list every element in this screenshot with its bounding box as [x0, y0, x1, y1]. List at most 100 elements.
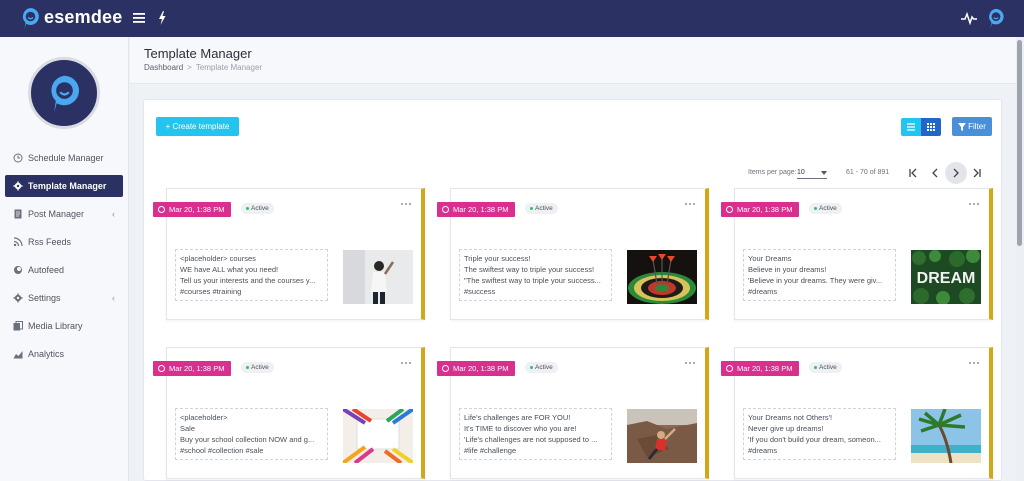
grid-icon: [927, 123, 935, 131]
more-options-icon[interactable]: [401, 203, 411, 207]
template-text: Triple your success! The swiftest way to…: [459, 249, 612, 301]
sidebar-item-analytics[interactable]: Analytics: [5, 343, 123, 365]
previous-page-button[interactable]: [924, 162, 946, 184]
template-card[interactable]: Mar 20, 1:38 PM Active <placeholder> cou…: [153, 188, 425, 320]
more-options-icon[interactable]: [969, 362, 979, 366]
template-text: Life's challenges are FOR YOU! It's TIME…: [459, 408, 612, 460]
date-text: Mar 20, 1:38 PM: [453, 205, 509, 214]
next-page-button[interactable]: [945, 162, 967, 184]
user-avatar-icon[interactable]: [987, 8, 1005, 29]
first-page-button[interactable]: [902, 162, 924, 184]
sidebar-item-media-library[interactable]: Media Library: [5, 315, 123, 337]
gear-icon: [13, 293, 23, 303]
status-text: Active: [819, 364, 837, 371]
gear-icon: [13, 181, 23, 191]
sidebar-item-post-manager[interactable]: Post Manager ‹: [5, 203, 123, 225]
dartboard-image: [627, 250, 697, 304]
sidebar-item-label: Template Manager: [28, 181, 107, 191]
status-text: Active: [251, 364, 269, 371]
template-line: 'Life's challenges are not supposed to .…: [464, 435, 598, 444]
sidebar-item-label: Schedule Manager: [28, 153, 104, 163]
template-line: Tell us your interests and the courses y…: [180, 276, 316, 285]
template-line: #dreams: [748, 446, 778, 455]
more-options-icon[interactable]: [685, 362, 695, 366]
sidebar-item-label: Media Library: [28, 321, 83, 331]
status-dot-icon: [246, 366, 249, 369]
list-icon: [907, 123, 915, 131]
status-badge: Active: [241, 203, 274, 214]
sidebar-item-schedule-manager[interactable]: Schedule Manager: [5, 147, 123, 169]
template-panel: + Create template Filter Items per page:…: [143, 99, 1002, 481]
template-card[interactable]: Mar 20, 1:38 PM Active Triple your succe…: [437, 188, 709, 320]
sidebar-item-autofeed[interactable]: Autofeed: [5, 259, 123, 281]
palm-tree-beach-image: [911, 409, 981, 463]
template-line: 'If you don't build your dream, someon..…: [748, 435, 881, 444]
last-page-button[interactable]: [966, 162, 988, 184]
template-text: <placeholder> courses WE have ALL what y…: [175, 249, 328, 301]
template-card[interactable]: Mar 20, 1:38 PM Active Your Dreams not O…: [721, 347, 993, 479]
breadcrumb-root[interactable]: Dashboard: [144, 63, 183, 72]
media-icon: [13, 321, 23, 331]
rss-icon: [13, 237, 23, 247]
rock-climber-image: [627, 409, 697, 463]
more-options-icon[interactable]: [685, 203, 695, 207]
date-badge: Mar 20, 1:38 PM: [153, 361, 232, 376]
template-line: "The swiftest way to triple your success…: [464, 276, 601, 285]
sidebar-item-rss-feeds[interactable]: Rss Feeds: [5, 231, 123, 253]
sidebar-item-template-manager[interactable]: Template Manager: [5, 175, 123, 197]
date-text: Mar 20, 1:38 PM: [169, 364, 225, 373]
status-badge: Active: [809, 362, 842, 373]
sidebar-item-label: Settings: [28, 293, 61, 303]
page-header: Template Manager Dashboard > Template Mana…: [130, 37, 1024, 84]
clock-icon: [442, 206, 449, 213]
sidebar-item-settings[interactable]: Settings ‹: [5, 287, 123, 309]
sidebar-item-label: Analytics: [28, 349, 65, 359]
dropdown-caret-icon: [821, 171, 827, 175]
status-dot-icon: [814, 207, 817, 210]
profile-avatar[interactable]: [28, 57, 100, 129]
date-badge: Mar 20, 1:38 PM: [721, 202, 800, 217]
clock-icon: [726, 206, 733, 213]
first-page-icon: [909, 168, 917, 178]
filter-label: Filter: [968, 122, 986, 131]
status-dot-icon: [246, 207, 249, 210]
template-image: [627, 409, 697, 463]
list-view-button[interactable]: [901, 118, 921, 136]
autofeed-icon: [14, 266, 22, 274]
date-badge: Mar 20, 1:38 PM: [437, 202, 516, 217]
menu-icon[interactable]: [133, 13, 145, 23]
template-card[interactable]: Mar 20, 1:38 PM Active Life's challenges…: [437, 347, 709, 479]
grid-view-button[interactable]: [921, 118, 941, 136]
template-line: <placeholder> courses: [180, 254, 256, 263]
clock-icon: [726, 365, 733, 372]
template-image: [627, 250, 697, 304]
status-badge: Active: [241, 362, 274, 373]
scrollbar-thumb[interactable]: [1017, 40, 1022, 246]
date-badge: Mar 20, 1:38 PM: [153, 202, 232, 217]
colored-pencils-image: [343, 409, 413, 463]
activity-icon[interactable]: [961, 11, 977, 25]
filter-button[interactable]: Filter: [952, 117, 992, 136]
more-options-icon[interactable]: [969, 203, 979, 207]
date-text: Mar 20, 1:38 PM: [737, 205, 793, 214]
template-line: Triple your success!: [464, 254, 531, 263]
template-image: DREAM: [911, 250, 981, 304]
chevron-left-icon: ‹: [112, 209, 115, 219]
more-options-icon[interactable]: [401, 362, 411, 366]
clock-icon: [158, 365, 165, 372]
template-card[interactable]: Mar 20, 1:38 PM Active <placeholder> Sal…: [153, 347, 425, 479]
template-line: Life's challenges are FOR YOU!: [464, 413, 571, 422]
lightning-icon[interactable]: [157, 11, 167, 25]
document-icon: [14, 209, 22, 219]
breadcrumb: Dashboard > Template Manager: [144, 63, 262, 72]
template-line: Never give up dreams!: [748, 424, 824, 433]
items-per-page-select[interactable]: 10: [797, 166, 827, 179]
date-text: Mar 20, 1:38 PM: [169, 205, 225, 214]
status-dot-icon: [530, 207, 533, 210]
logo-icon[interactable]: [21, 7, 40, 30]
template-line: Your Dreams: [748, 254, 792, 263]
template-line: It's TIME to discover who you are!: [464, 424, 577, 433]
template-card[interactable]: Mar 20, 1:38 PM Active Your Dreams Belie…: [721, 188, 993, 320]
template-line: Sale: [180, 424, 196, 433]
create-template-button[interactable]: + Create template: [156, 117, 239, 136]
